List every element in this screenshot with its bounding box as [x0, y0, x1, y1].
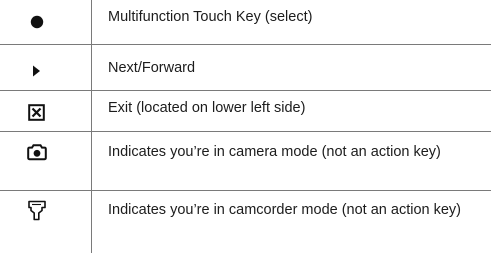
- legend-description: Multifunction Touch Key (select): [91, 0, 491, 44]
- icon-cell: [0, 132, 91, 190]
- icon-cell: [0, 191, 91, 253]
- legend-description: Indicates you’re in camera mode (not an …: [91, 132, 491, 190]
- camera-icon: [27, 143, 47, 161]
- camcorder-icon: [27, 200, 47, 222]
- key-legend-table: Multifunction Touch Key (select) Next/Fo…: [0, 0, 491, 253]
- legend-description: Indicates you’re in camcorder mode (not …: [91, 191, 491, 253]
- right-triangle-arrow-icon: [32, 65, 42, 77]
- legend-row-camcorder: Indicates you’re in camcorder mode (not …: [0, 191, 491, 253]
- icon-cell: [0, 91, 91, 131]
- filled-circle-icon: [29, 14, 45, 30]
- legend-description: Exit (located on lower left side): [91, 91, 491, 131]
- icon-cell: [0, 0, 91, 44]
- icon-cell: [0, 45, 91, 90]
- legend-row-select: Multifunction Touch Key (select): [0, 0, 491, 45]
- legend-description: Next/Forward: [91, 45, 491, 90]
- boxed-x-icon: [28, 104, 45, 121]
- legend-row-next: Next/Forward: [0, 45, 491, 91]
- legend-row-camera: Indicates you’re in camera mode (not an …: [0, 132, 491, 191]
- legend-row-exit: Exit (located on lower left side): [0, 91, 491, 132]
